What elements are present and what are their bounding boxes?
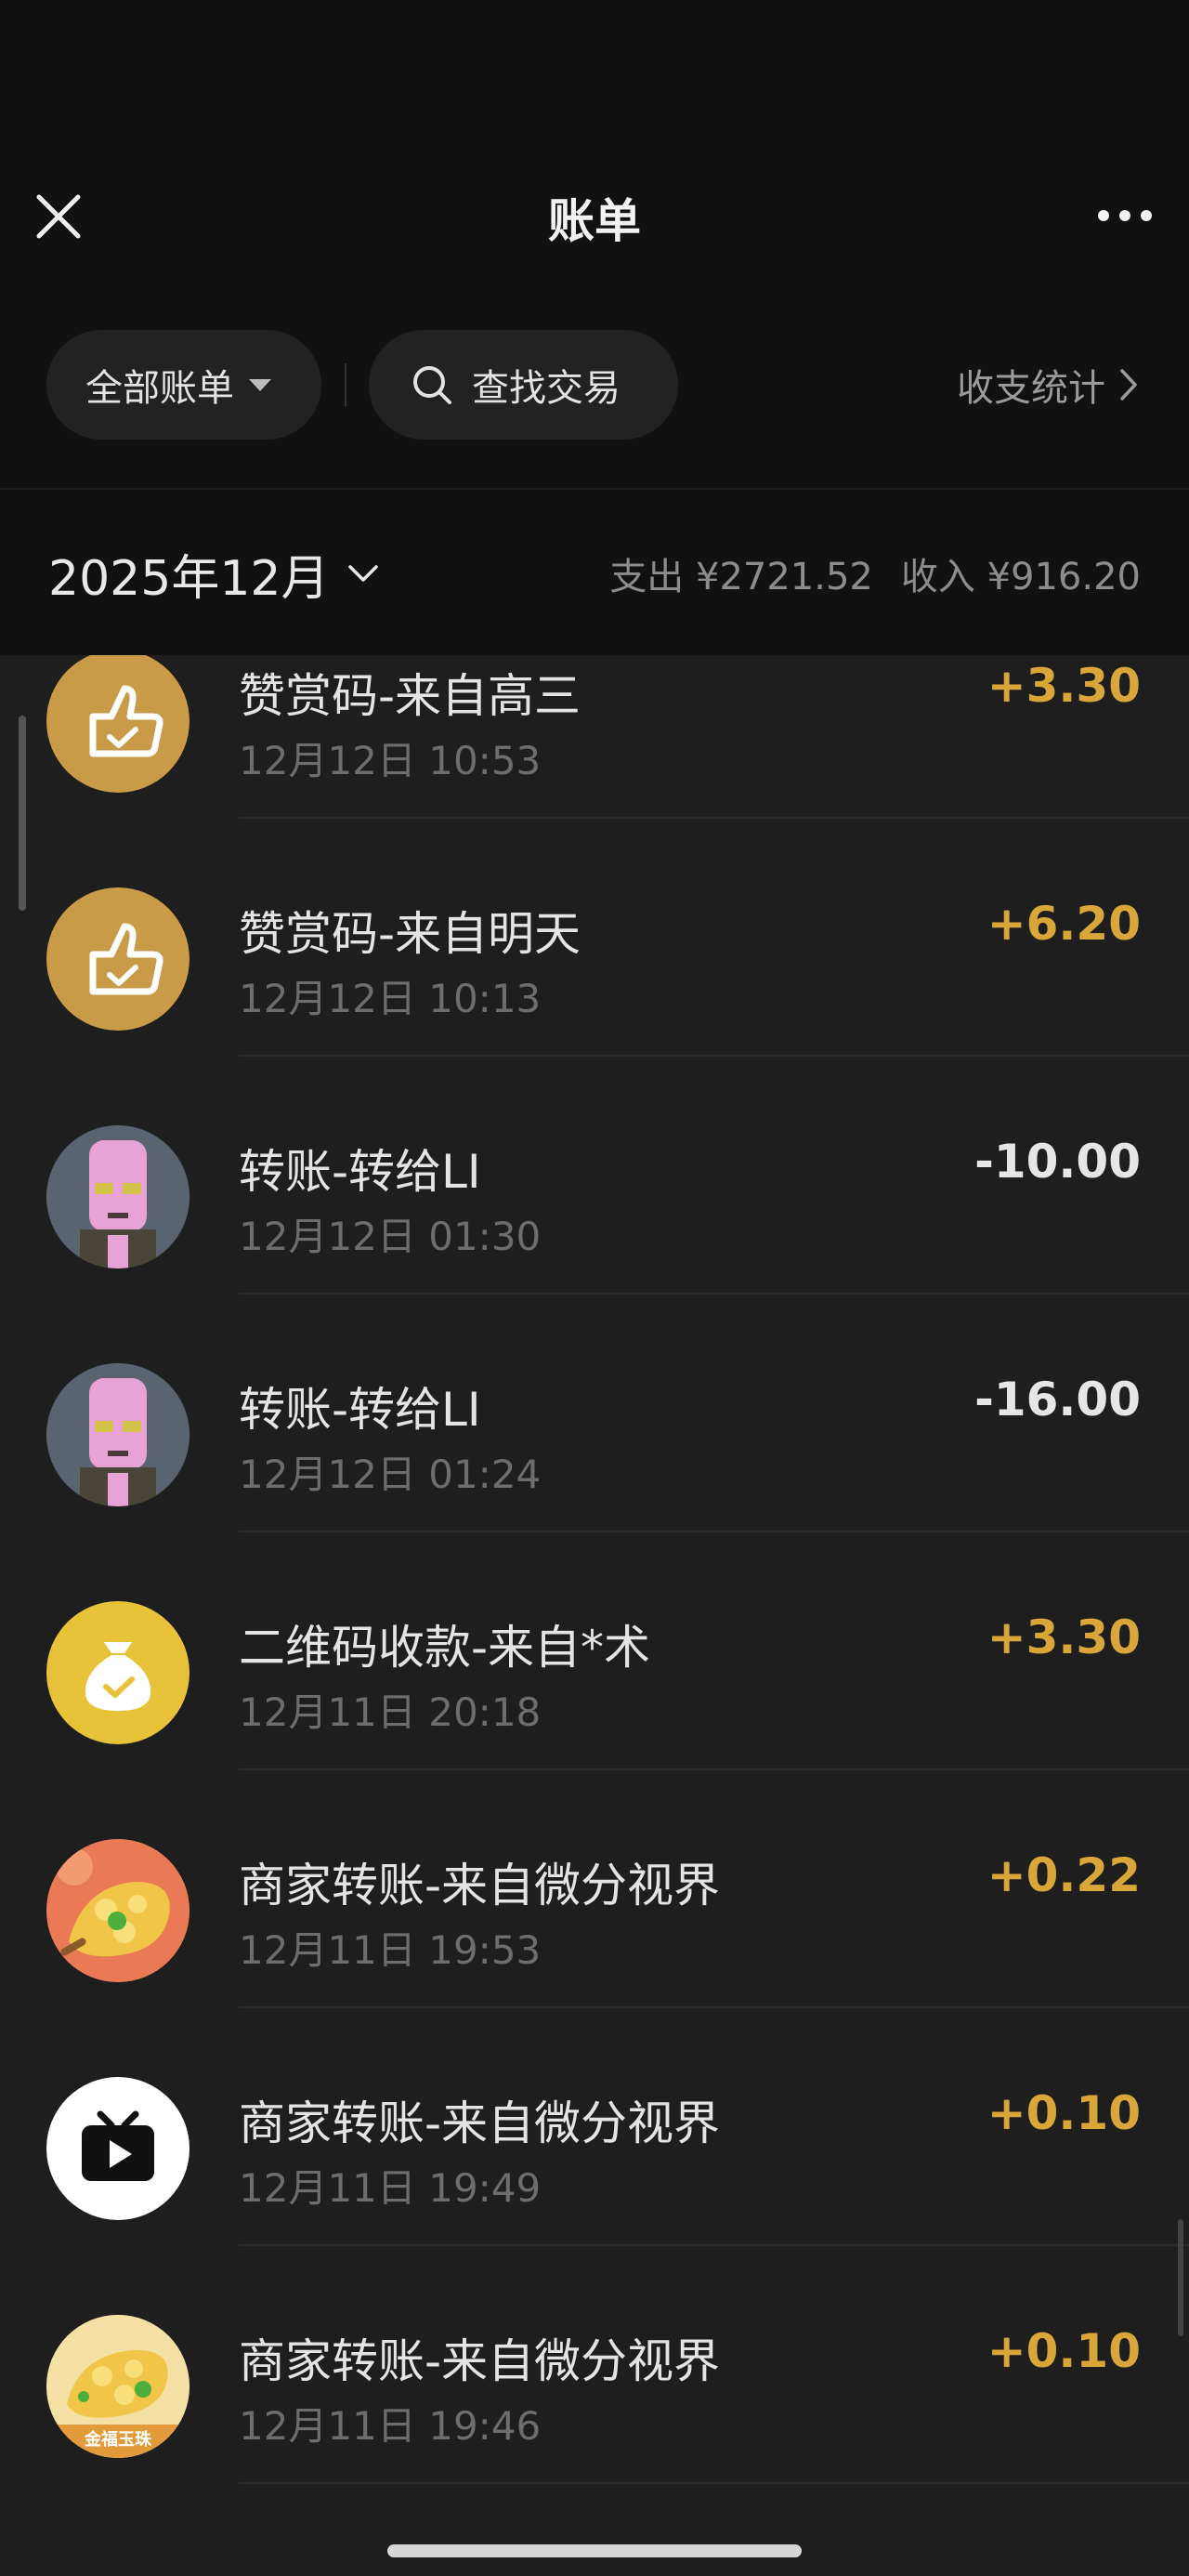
- more-dot: [1141, 210, 1152, 221]
- transaction-title: 赞赏码-来自明天: [239, 907, 581, 961]
- transaction-row[interactable]: 赞赏码-来自高三 12月12日 10:53 +3.30: [0, 655, 1189, 819]
- transaction-amount: +0.22: [986, 1848, 1141, 1902]
- header-area: 账单 全部账单 查找交易 收支统计: [0, 0, 1189, 488]
- filter-divider: [345, 363, 346, 406]
- search-icon: [413, 366, 451, 404]
- transaction-row[interactable]: 转账-转给LI 12月12日 01:30 -10.00: [0, 1057, 1189, 1295]
- user-avatar: [46, 1125, 189, 1268]
- nav-bar: 账单: [0, 158, 1189, 269]
- expense-total: 支出 ¥2721.52: [609, 556, 873, 598]
- transaction-row[interactable]: 二维码收款-来自*术 12月11日 20:18 +3.30: [0, 1532, 1189, 1770]
- user-avatar: [46, 1363, 189, 1506]
- more-button[interactable]: [1085, 190, 1165, 242]
- month-totals: 支出 ¥2721.52 收入 ¥916.20: [609, 536, 1141, 611]
- transaction-title: 二维码收款-来自*术: [239, 1621, 651, 1675]
- transaction-title: 商家转账-来自微分视界: [239, 1859, 721, 1912]
- thumbs-up-icon: [46, 887, 189, 1031]
- stats-link[interactable]: 收支统计: [957, 330, 1139, 440]
- chevron-down-icon: [347, 565, 378, 582]
- thumbs-up-icon: [46, 655, 189, 793]
- month-selector[interactable]: 2025年12月: [48, 536, 380, 611]
- income-total: 收入 ¥916.20: [900, 556, 1141, 598]
- transaction-amount: +3.30: [986, 1610, 1141, 1664]
- money-bag-icon: [46, 1601, 189, 1744]
- transaction-title: 转账-转给LI: [239, 1145, 481, 1199]
- transaction-time: 12月12日 01:30: [239, 1214, 542, 1259]
- transaction-time: 12月11日 19:46: [239, 2403, 542, 2449]
- transaction-row[interactable]: 转账-转给LI 12月12日 01:24 -16.00: [0, 1295, 1189, 1532]
- transaction-list: 赞赏码-来自高三 12月12日 10:53 +3.30 赞赏码-来自明天 12月…: [0, 655, 1189, 2576]
- home-indicator[interactable]: [387, 2544, 802, 2557]
- month-summary-bar: 2025年12月 支出 ¥2721.52 收入 ¥916.20: [0, 488, 1189, 657]
- scroll-indicator-left: [19, 716, 26, 911]
- transaction-row[interactable]: 商家转账-来自微分视界 12月11日 19:53 +0.22: [0, 1770, 1189, 2008]
- stats-label: 收支统计: [957, 367, 1105, 410]
- merchant-avatar: 金福玉珠: [46, 2315, 189, 2458]
- transaction-amount: -10.00: [974, 1135, 1141, 1189]
- search-transaction-button[interactable]: 查找交易: [369, 330, 678, 440]
- transaction-amount: +0.10: [986, 2086, 1141, 2140]
- transaction-row[interactable]: 商家转账-来自微分视界 12月11日 19:49 +0.10: [0, 2008, 1189, 2246]
- transaction-row[interactable]: 金福玉珠 商家转账-来自微分视界 12月11日 19:46 +0.10: [0, 2246, 1189, 2484]
- transaction-amount: +6.20: [986, 897, 1141, 951]
- caret-down-icon: [249, 378, 271, 391]
- transaction-time: 12月11日 20:18: [239, 1689, 542, 1735]
- month-label: 2025年12月: [48, 550, 330, 607]
- transaction-amount: +3.30: [986, 659, 1141, 713]
- transaction-time: 12月11日 19:53: [239, 1927, 542, 1973]
- scrollbar-thumb[interactable]: [1178, 2219, 1183, 2336]
- transaction-title: 商家转账-来自微分视界: [239, 2096, 721, 2150]
- transaction-amount: +0.10: [986, 2324, 1141, 2378]
- merchant-avatar: [46, 1839, 189, 1982]
- transaction-time: 12月11日 19:49: [239, 2165, 542, 2211]
- chevron-right-icon: [1120, 369, 1137, 401]
- row-divider: [239, 2482, 1189, 2484]
- transaction-time: 12月12日 10:53: [239, 738, 542, 783]
- more-dots-icon: [1098, 210, 1109, 221]
- filter-bar: 全部账单 查找交易 收支统计: [0, 330, 1189, 440]
- transaction-time: 12月12日 01:24: [239, 1452, 542, 1497]
- more-dot: [1119, 210, 1130, 221]
- bill-page: 账单 全部账单 查找交易 收支统计 2025年12月 支出 ¥2721.52 收…: [0, 0, 1189, 2576]
- transaction-title: 赞赏码-来自高三: [239, 669, 581, 723]
- tv-icon: [46, 2077, 189, 2220]
- transaction-time: 12月12日 10:13: [239, 976, 542, 1021]
- transaction-row[interactable]: 赞赏码-来自明天 12月12日 10:13 +6.20: [0, 819, 1189, 1057]
- all-bills-label: 全部账单: [85, 367, 234, 410]
- transaction-title: 转账-转给LI: [239, 1383, 481, 1437]
- transaction-amount: -16.00: [974, 1373, 1141, 1426]
- search-label: 查找交易: [472, 367, 621, 410]
- transaction-title: 商家转账-来自微分视界: [239, 2334, 721, 2388]
- page-title: 账单: [548, 194, 641, 248]
- all-bills-dropdown[interactable]: 全部账单: [46, 330, 321, 440]
- avatar-text: 金福玉珠: [85, 2430, 151, 2450]
